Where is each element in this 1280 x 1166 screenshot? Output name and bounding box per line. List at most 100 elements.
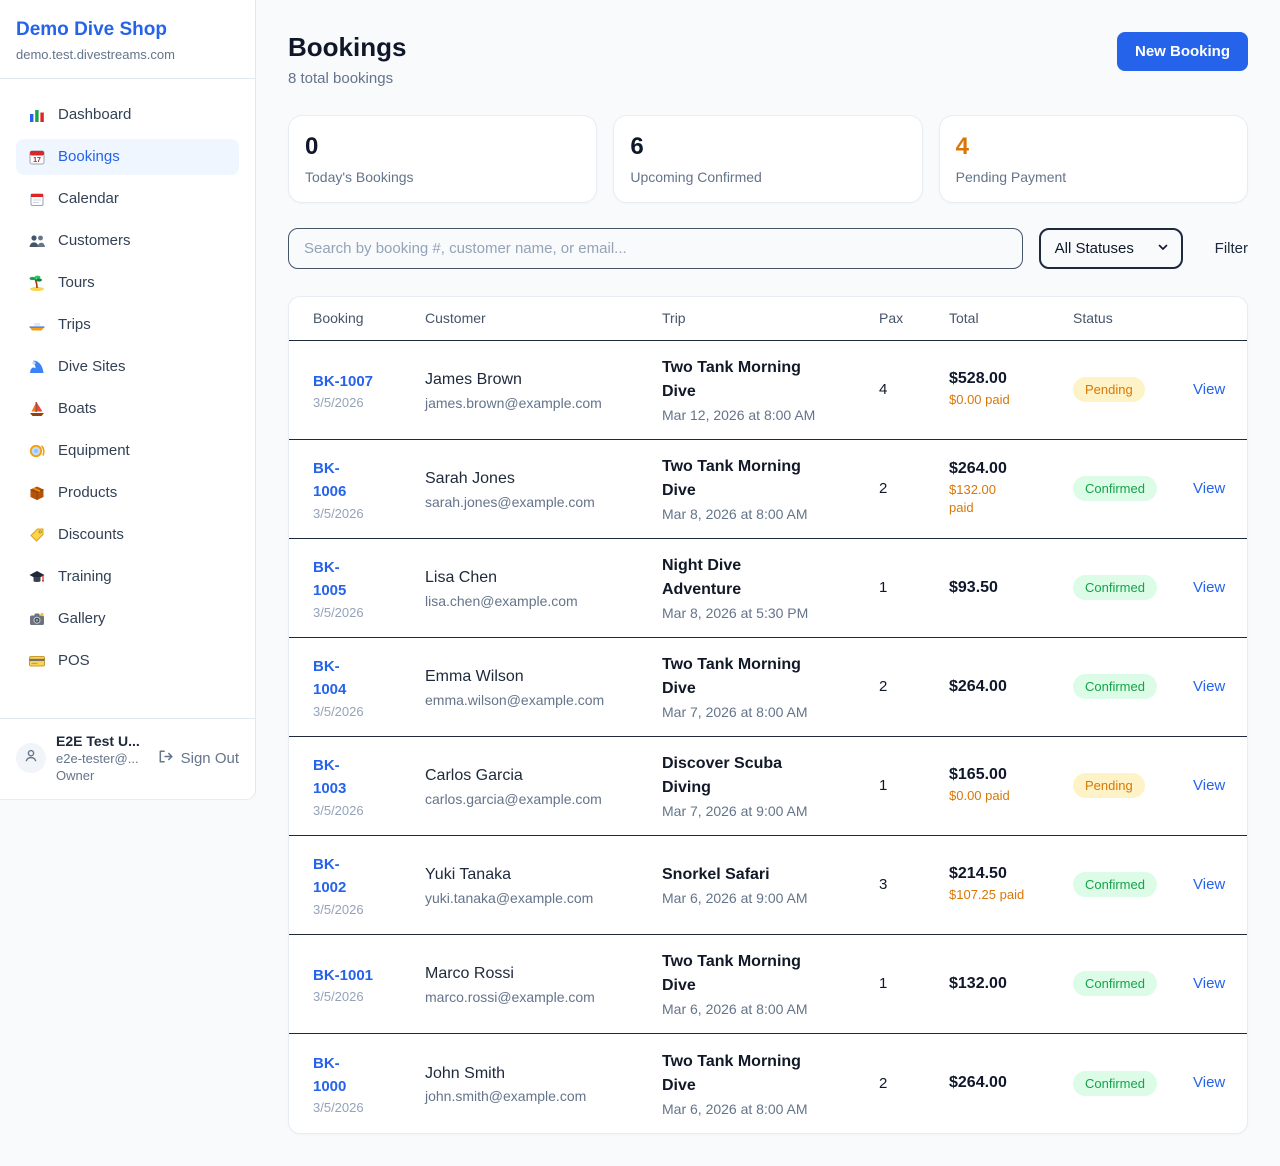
table-row: BK-1003 3/5/2026 Carlos Garcia carlos.ga…	[289, 737, 1247, 836]
booking-id-link[interactable]: BK-1003	[313, 754, 425, 801]
booking-cell: BK-1000 3/5/2026	[313, 1052, 425, 1116]
sidebar-nav: Dashboard 17 Bookings Calendar Customers Tour…	[0, 79, 255, 693]
customer-email: emma.wilson@example.com	[425, 692, 662, 708]
sign-out-label: Sign Out	[181, 750, 239, 767]
trip-name: Two Tank Morning Dive	[662, 356, 820, 404]
stat-label: Upcoming Confirmed	[630, 169, 905, 185]
sidebar-item-equipment[interactable]: Equipment	[16, 433, 239, 469]
status-filter-select[interactable]: All Statuses	[1039, 228, 1183, 269]
customer-email: lisa.chen@example.com	[425, 593, 662, 609]
sidebar-header: Demo Dive Shop demo.test.divestreams.com	[0, 0, 255, 79]
booking-date: 3/5/2026	[313, 902, 425, 917]
dashboard-icon	[28, 106, 46, 124]
equipment-icon	[28, 442, 46, 460]
view-link[interactable]: View	[1193, 579, 1225, 596]
sidebar-item-bookings[interactable]: 17 Bookings	[16, 139, 239, 175]
shop-name: Demo Dive Shop	[16, 18, 239, 42]
booking-cell: BK-1007 3/5/2026	[313, 370, 425, 410]
pax-value: 4	[879, 381, 949, 398]
total-cell: $132.00	[949, 975, 1073, 993]
status-cell: Confirmed	[1073, 674, 1193, 699]
booking-id-link[interactable]: BK-1000	[313, 1052, 425, 1099]
customer-email: john.smith@example.com	[425, 1088, 662, 1104]
sidebar-item-tours[interactable]: Tours	[16, 265, 239, 301]
booking-id-link[interactable]: BK-1002	[313, 853, 425, 900]
view-link[interactable]: View	[1193, 381, 1225, 398]
stat-value: 0	[305, 133, 580, 162]
sidebar-item-pos[interactable]: POS	[16, 643, 239, 679]
sidebar-item-dashboard[interactable]: Dashboard	[16, 97, 239, 133]
view-link[interactable]: View	[1193, 777, 1225, 794]
column-header-total: Total	[949, 310, 1073, 326]
filter-button[interactable]: Filter	[1215, 240, 1248, 257]
pax-value: 1	[879, 777, 949, 794]
user-info: E2E Test U... e2e-tester@... Owner	[56, 733, 147, 783]
sidebar-item-label: Discounts	[58, 526, 124, 543]
pax-value: 3	[879, 876, 949, 893]
sidebar-item-products[interactable]: Products	[16, 475, 239, 511]
page-title: Bookings	[288, 32, 406, 63]
booking-cell: BK-1005 3/5/2026	[313, 556, 425, 620]
sidebar-item-calendar[interactable]: Calendar	[16, 181, 239, 217]
column-header-trip: Trip	[662, 310, 879, 326]
customer-cell: Lisa Chen lisa.chen@example.com	[425, 567, 662, 609]
table-row: BK-1006 3/5/2026 Sarah Jones sarah.jones…	[289, 440, 1247, 539]
view-link[interactable]: View	[1193, 480, 1225, 497]
booking-id-link[interactable]: BK-1001	[313, 964, 425, 987]
booking-id-link[interactable]: BK-1006	[313, 457, 425, 504]
status-badge: Confirmed	[1073, 575, 1157, 600]
view-link[interactable]: View	[1193, 975, 1225, 992]
sidebar-item-training[interactable]: Training	[16, 559, 239, 595]
sidebar-item-customers[interactable]: Customers	[16, 223, 239, 259]
stat-card: 4Pending Payment	[939, 115, 1248, 203]
total-cell: $528.00 $0.00 paid	[949, 370, 1073, 409]
discounts-icon	[28, 526, 46, 544]
sidebar-item-dive-sites[interactable]: Dive Sites	[16, 349, 239, 385]
svg-text:17: 17	[33, 157, 41, 164]
trip-cell: Two Tank Morning Dive Mar 8, 2026 at 8:0…	[662, 455, 879, 522]
trip-name: Snorkel Safari	[662, 863, 820, 887]
view-link[interactable]: View	[1193, 876, 1225, 893]
booking-date: 3/5/2026	[313, 1100, 425, 1115]
sign-out-button[interactable]: Sign Out	[157, 748, 239, 769]
stat-card: 6Upcoming Confirmed	[613, 115, 922, 203]
booking-cell: BK-1004 3/5/2026	[313, 655, 425, 719]
table-row: BK-1005 3/5/2026 Lisa Chen lisa.chen@exa…	[289, 539, 1247, 638]
total-amount: $264.00	[949, 460, 1073, 478]
status-badge: Pending	[1073, 773, 1145, 798]
trip-cell: Two Tank Morning Dive Mar 6, 2026 at 8:0…	[662, 1050, 879, 1117]
customer-cell: Marco Rossi marco.rossi@example.com	[425, 963, 662, 1005]
trip-name: Discover Scuba Diving	[662, 752, 820, 800]
booking-date: 3/5/2026	[313, 704, 425, 719]
customer-name: Lisa Chen	[425, 567, 662, 589]
new-booking-button[interactable]: New Booking	[1117, 32, 1248, 71]
customer-cell: James Brown james.brown@example.com	[425, 369, 662, 411]
booking-id-link[interactable]: BK-1004	[313, 655, 425, 702]
booking-cell: BK-1003 3/5/2026	[313, 754, 425, 818]
trip-name: Night Dive Adventure	[662, 554, 820, 602]
status-cell: Confirmed	[1073, 476, 1193, 501]
column-header-pax: Pax	[879, 310, 949, 326]
sidebar-item-discounts[interactable]: Discounts	[16, 517, 239, 553]
sidebar-item-label: Bookings	[58, 148, 120, 165]
sidebar-item-trips[interactable]: Trips	[16, 307, 239, 343]
booking-id-link[interactable]: BK-1007	[313, 370, 425, 393]
table-row: BK-1001 3/5/2026 Marco Rossi marco.rossi…	[289, 935, 1247, 1034]
booking-id-link[interactable]: BK-1005	[313, 556, 425, 603]
view-link[interactable]: View	[1193, 678, 1225, 695]
bookings-table: Booking Customer Trip Pax Total Status B…	[288, 296, 1248, 1134]
sidebar-item-label: Equipment	[58, 442, 130, 459]
sidebar-item-label: Boats	[58, 400, 96, 417]
customer-email: marco.rossi@example.com	[425, 989, 662, 1005]
page-header: Bookings 8 total bookings New Booking	[288, 32, 1248, 87]
trips-icon	[28, 316, 46, 334]
dive-sites-icon	[28, 358, 46, 376]
search-input[interactable]	[288, 228, 1023, 269]
view-link[interactable]: View	[1193, 1074, 1225, 1091]
booking-date: 3/5/2026	[313, 395, 425, 410]
sidebar-item-gallery[interactable]: Gallery	[16, 601, 239, 637]
paid-amount: $0.00 paid	[949, 787, 1041, 805]
sign-out-icon	[157, 748, 174, 769]
status-badge: Confirmed	[1073, 674, 1157, 699]
sidebar-item-boats[interactable]: Boats	[16, 391, 239, 427]
